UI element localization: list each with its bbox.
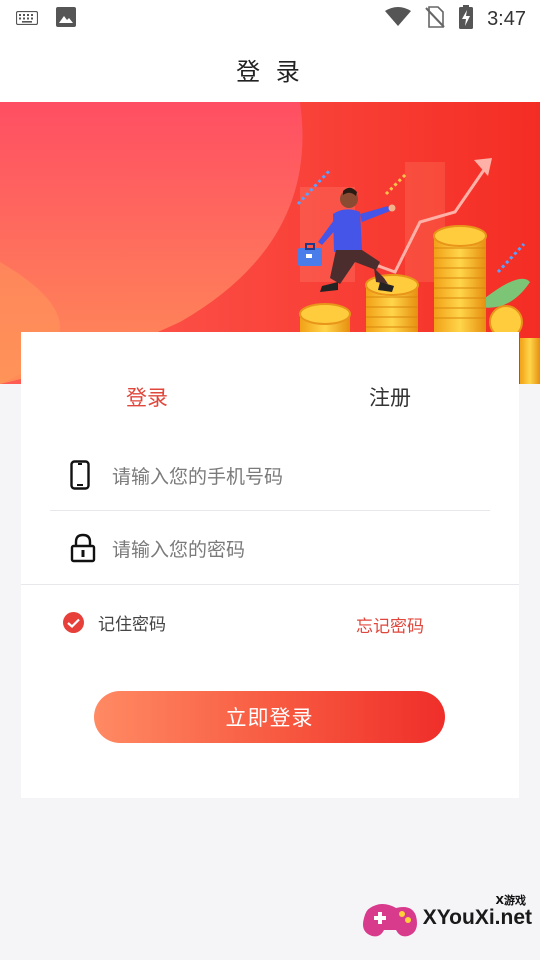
remember-password-checkbox[interactable]: 记住密码 <box>63 610 166 635</box>
forgot-password-link[interactable]: 忘记密码 <box>356 612 424 637</box>
wifi-icon <box>385 7 412 31</box>
password-input[interactable] <box>110 531 474 569</box>
phone-input[interactable] <box>110 458 474 496</box>
remember-password-label: 记住密码 <box>98 615 166 635</box>
check-circle-icon <box>63 612 84 633</box>
status-bar: 3:47 <box>0 0 540 36</box>
keyboard-icon <box>15 10 39 29</box>
tab-login[interactable]: 登录 <box>126 382 168 412</box>
battery-charging-icon <box>459 5 474 33</box>
phone-field <box>50 440 490 511</box>
page-title: 登 录 <box>236 57 304 86</box>
no-sim-icon <box>425 6 445 32</box>
tab-register[interactable]: 注册 <box>369 382 411 412</box>
watermark: X游戏 XYouXi.net <box>362 892 532 952</box>
status-time: 3:47 <box>487 7 526 30</box>
title-bar: 登 录 <box>0 36 540 102</box>
login-card: 登录 注册 记住密码 忘记密码 立即登录 <box>21 332 519 798</box>
divider <box>21 584 519 585</box>
watermark-main-text: XYouXi.net <box>422 906 532 929</box>
password-field <box>50 513 490 583</box>
gamepad-logo-icon <box>363 904 417 937</box>
phone-icon <box>70 460 90 494</box>
image-icon <box>56 7 76 31</box>
login-button[interactable]: 立即登录 <box>94 691 445 743</box>
lock-icon <box>70 533 96 567</box>
